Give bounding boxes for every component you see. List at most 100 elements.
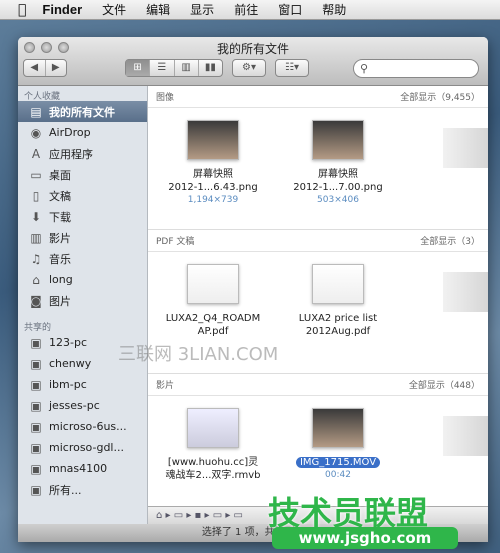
menu-finder[interactable]: Finder bbox=[42, 2, 82, 17]
show-all-link[interactable]: 全部显示（3） bbox=[420, 234, 480, 247]
back-button[interactable]: ◀ bbox=[24, 60, 46, 76]
desktop-icon: ▭ bbox=[30, 167, 42, 182]
list-view-button[interactable]: ☰ bbox=[150, 60, 175, 76]
menu-help[interactable]: 帮助 bbox=[322, 1, 346, 18]
show-all-link[interactable]: 全部显示（448） bbox=[409, 378, 480, 391]
sidebar-item[interactable]: ▥ 影片 bbox=[18, 227, 147, 248]
search-input[interactable]: ⚲ bbox=[353, 59, 479, 78]
sidebar-item[interactable]: ▤ 我的所有文件 bbox=[18, 101, 147, 122]
file-thumbnail bbox=[312, 264, 364, 304]
sidebar-item[interactable]: ▣ 所有... bbox=[18, 479, 147, 500]
computer-icon: ▣ bbox=[30, 461, 42, 476]
section-title: 影片 bbox=[156, 381, 175, 391]
sidebar-item[interactable]: ▣ microso-gdl... bbox=[18, 437, 147, 458]
file-item[interactable]: IMG_1715.MOV 00:42 bbox=[283, 408, 393, 482]
action-button[interactable]: ⚙▾ bbox=[232, 59, 266, 77]
file-item[interactable]: LUXA2_Q4_ROADM AP.pdf bbox=[158, 264, 268, 338]
column-view-button[interactable]: ▥ bbox=[175, 60, 199, 76]
all-files-icon: ▤ bbox=[30, 104, 42, 119]
sidebar-item-label: 所有... bbox=[49, 483, 82, 497]
window-title: 我的所有文件 bbox=[216, 42, 289, 56]
sidebar-item[interactable]: ▣ jesses-pc bbox=[18, 395, 147, 416]
coverflow-view-button[interactable]: ▮▮ bbox=[199, 60, 222, 76]
sidebar-item-label: 桌面 bbox=[49, 168, 71, 182]
file-item[interactable]: 屏幕快照 2012-1...6.43.png 1,194×739 bbox=[158, 120, 268, 207]
menu-edit[interactable]: 编辑 bbox=[146, 1, 170, 18]
applications-icon: A bbox=[31, 146, 41, 161]
sidebar-item-label: 123-pc bbox=[49, 336, 87, 349]
sidebar-item-label: ibm-pc bbox=[49, 378, 87, 391]
forward-button[interactable]: ▶ bbox=[46, 60, 67, 76]
airdrop-icon: ◉ bbox=[30, 125, 42, 140]
apple-menu-icon[interactable]:  bbox=[18, 2, 26, 18]
sidebar-item[interactable]: ⬇ 下载 bbox=[18, 206, 147, 227]
sidebar-item[interactable]: ▣ microso-6us... bbox=[18, 416, 147, 437]
sidebar-item[interactable]: ▯ 文稿 bbox=[18, 185, 147, 206]
sidebar-item[interactable]: ▣ mnas4100 bbox=[18, 458, 147, 479]
sidebar-item-label: microso-6us... bbox=[49, 420, 127, 433]
sidebar-item-label: chenwy bbox=[49, 357, 92, 370]
sidebar-item-label: 应用程序 bbox=[49, 147, 93, 161]
menu-window[interactable]: 窗口 bbox=[278, 1, 302, 18]
sidebar-item-label: AirDrop bbox=[49, 126, 91, 139]
menu-go[interactable]: 前往 bbox=[234, 1, 258, 18]
documents-icon: ▯ bbox=[32, 188, 40, 203]
file-item[interactable]: LUXA2 price list 2012Aug.pdf bbox=[283, 264, 393, 338]
icon-view-button[interactable]: ⊞ bbox=[126, 60, 151, 76]
home-icon: ⌂ bbox=[32, 272, 40, 287]
search-icon: ⚲ bbox=[360, 62, 369, 75]
gear-icon: ⚙▾ bbox=[242, 62, 256, 73]
nav-buttons: ◀ ▶ bbox=[23, 59, 67, 77]
section-title: PDF 文稿 bbox=[156, 237, 195, 247]
watermark-jsgho-url: www.jsgho.com bbox=[272, 527, 458, 549]
sidebar-item-label: mnas4100 bbox=[49, 462, 108, 475]
arrange-icon: ☷▾ bbox=[285, 62, 299, 73]
watermark-3lian: 三联网 3LIAN.COM bbox=[118, 344, 279, 365]
shared-header: 共享的 bbox=[24, 323, 52, 333]
file-thumbnail bbox=[312, 408, 364, 448]
sidebar-item[interactable]: ♫ 音乐 bbox=[18, 248, 147, 269]
section-title: 图像 bbox=[156, 93, 175, 103]
computer-icon: ▣ bbox=[30, 377, 42, 392]
more-items-stack[interactable] bbox=[443, 416, 488, 456]
file-name-line2: AP.pdf bbox=[197, 326, 229, 337]
sidebar-item-label: 图片 bbox=[49, 294, 71, 308]
file-name: LUXA2_Q4_ROADM bbox=[165, 313, 261, 324]
file-thumbnail bbox=[312, 120, 364, 160]
arrange-button[interactable]: ☷▾ bbox=[275, 59, 309, 77]
network-icon: ▣ bbox=[30, 482, 42, 497]
computer-icon: ▣ bbox=[30, 398, 42, 413]
more-items-stack[interactable] bbox=[443, 128, 488, 168]
menu-bar:  Finder 文件 编辑 显示 前往 窗口 帮助 bbox=[0, 0, 500, 20]
view-switcher: ⊞ ☰ ▥ ▮▮ bbox=[125, 59, 223, 77]
file-name-line2: 2012Aug.pdf bbox=[305, 326, 371, 337]
sidebar-item-label: 影片 bbox=[49, 231, 71, 245]
show-all-link[interactable]: 全部显示（9,455） bbox=[400, 90, 480, 103]
section: 图像 全部显示（9,455） 屏幕快照 2012-1...6.43.png 1,194×… bbox=[148, 86, 488, 230]
file-name: LUXA2 price list bbox=[298, 313, 378, 324]
content-area: 图像 全部显示（9,455） 屏幕快照 2012-1...6.43.png 1,194×… bbox=[148, 86, 488, 524]
file-item[interactable]: [www.huohu.cc]灵 魂战车2...双字.rmvb bbox=[158, 408, 268, 482]
file-name: [www.huohu.cc]灵 bbox=[167, 457, 259, 468]
sidebar-item[interactable]: A 应用程序 bbox=[18, 143, 147, 164]
sidebar-item[interactable]: ⌂ long bbox=[18, 269, 147, 290]
sidebar-item-label: jesses-pc bbox=[49, 399, 100, 412]
sidebar-item[interactable]: ◉ AirDrop bbox=[18, 122, 147, 143]
file-name: 屏幕快照 bbox=[318, 169, 358, 180]
movies-icon: ▥ bbox=[30, 230, 42, 245]
favorites-header: 个人收藏 bbox=[24, 92, 61, 102]
file-meta: 00:42 bbox=[325, 470, 351, 480]
file-name-line2: 2012-1...7.00.png bbox=[293, 182, 383, 193]
sidebar-item[interactable]: ◙ 图片 bbox=[18, 290, 147, 311]
menu-file[interactable]: 文件 bbox=[102, 1, 126, 18]
sidebar-item-label: 我的所有文件 bbox=[49, 105, 115, 119]
menu-view[interactable]: 显示 bbox=[190, 1, 214, 18]
sidebar-item[interactable]: ▣ ibm-pc bbox=[18, 374, 147, 395]
file-item[interactable]: 屏幕快照 2012-1...7.00.png 503×406 bbox=[283, 120, 393, 207]
sidebar-item[interactable]: ▭ 桌面 bbox=[18, 164, 147, 185]
sidebar-item-label: microso-gdl... bbox=[49, 441, 124, 454]
file-meta: 1,194×739 bbox=[187, 195, 239, 205]
computer-icon: ▣ bbox=[30, 335, 42, 350]
downloads-icon: ⬇ bbox=[30, 209, 42, 224]
more-items-stack[interactable] bbox=[443, 272, 488, 312]
